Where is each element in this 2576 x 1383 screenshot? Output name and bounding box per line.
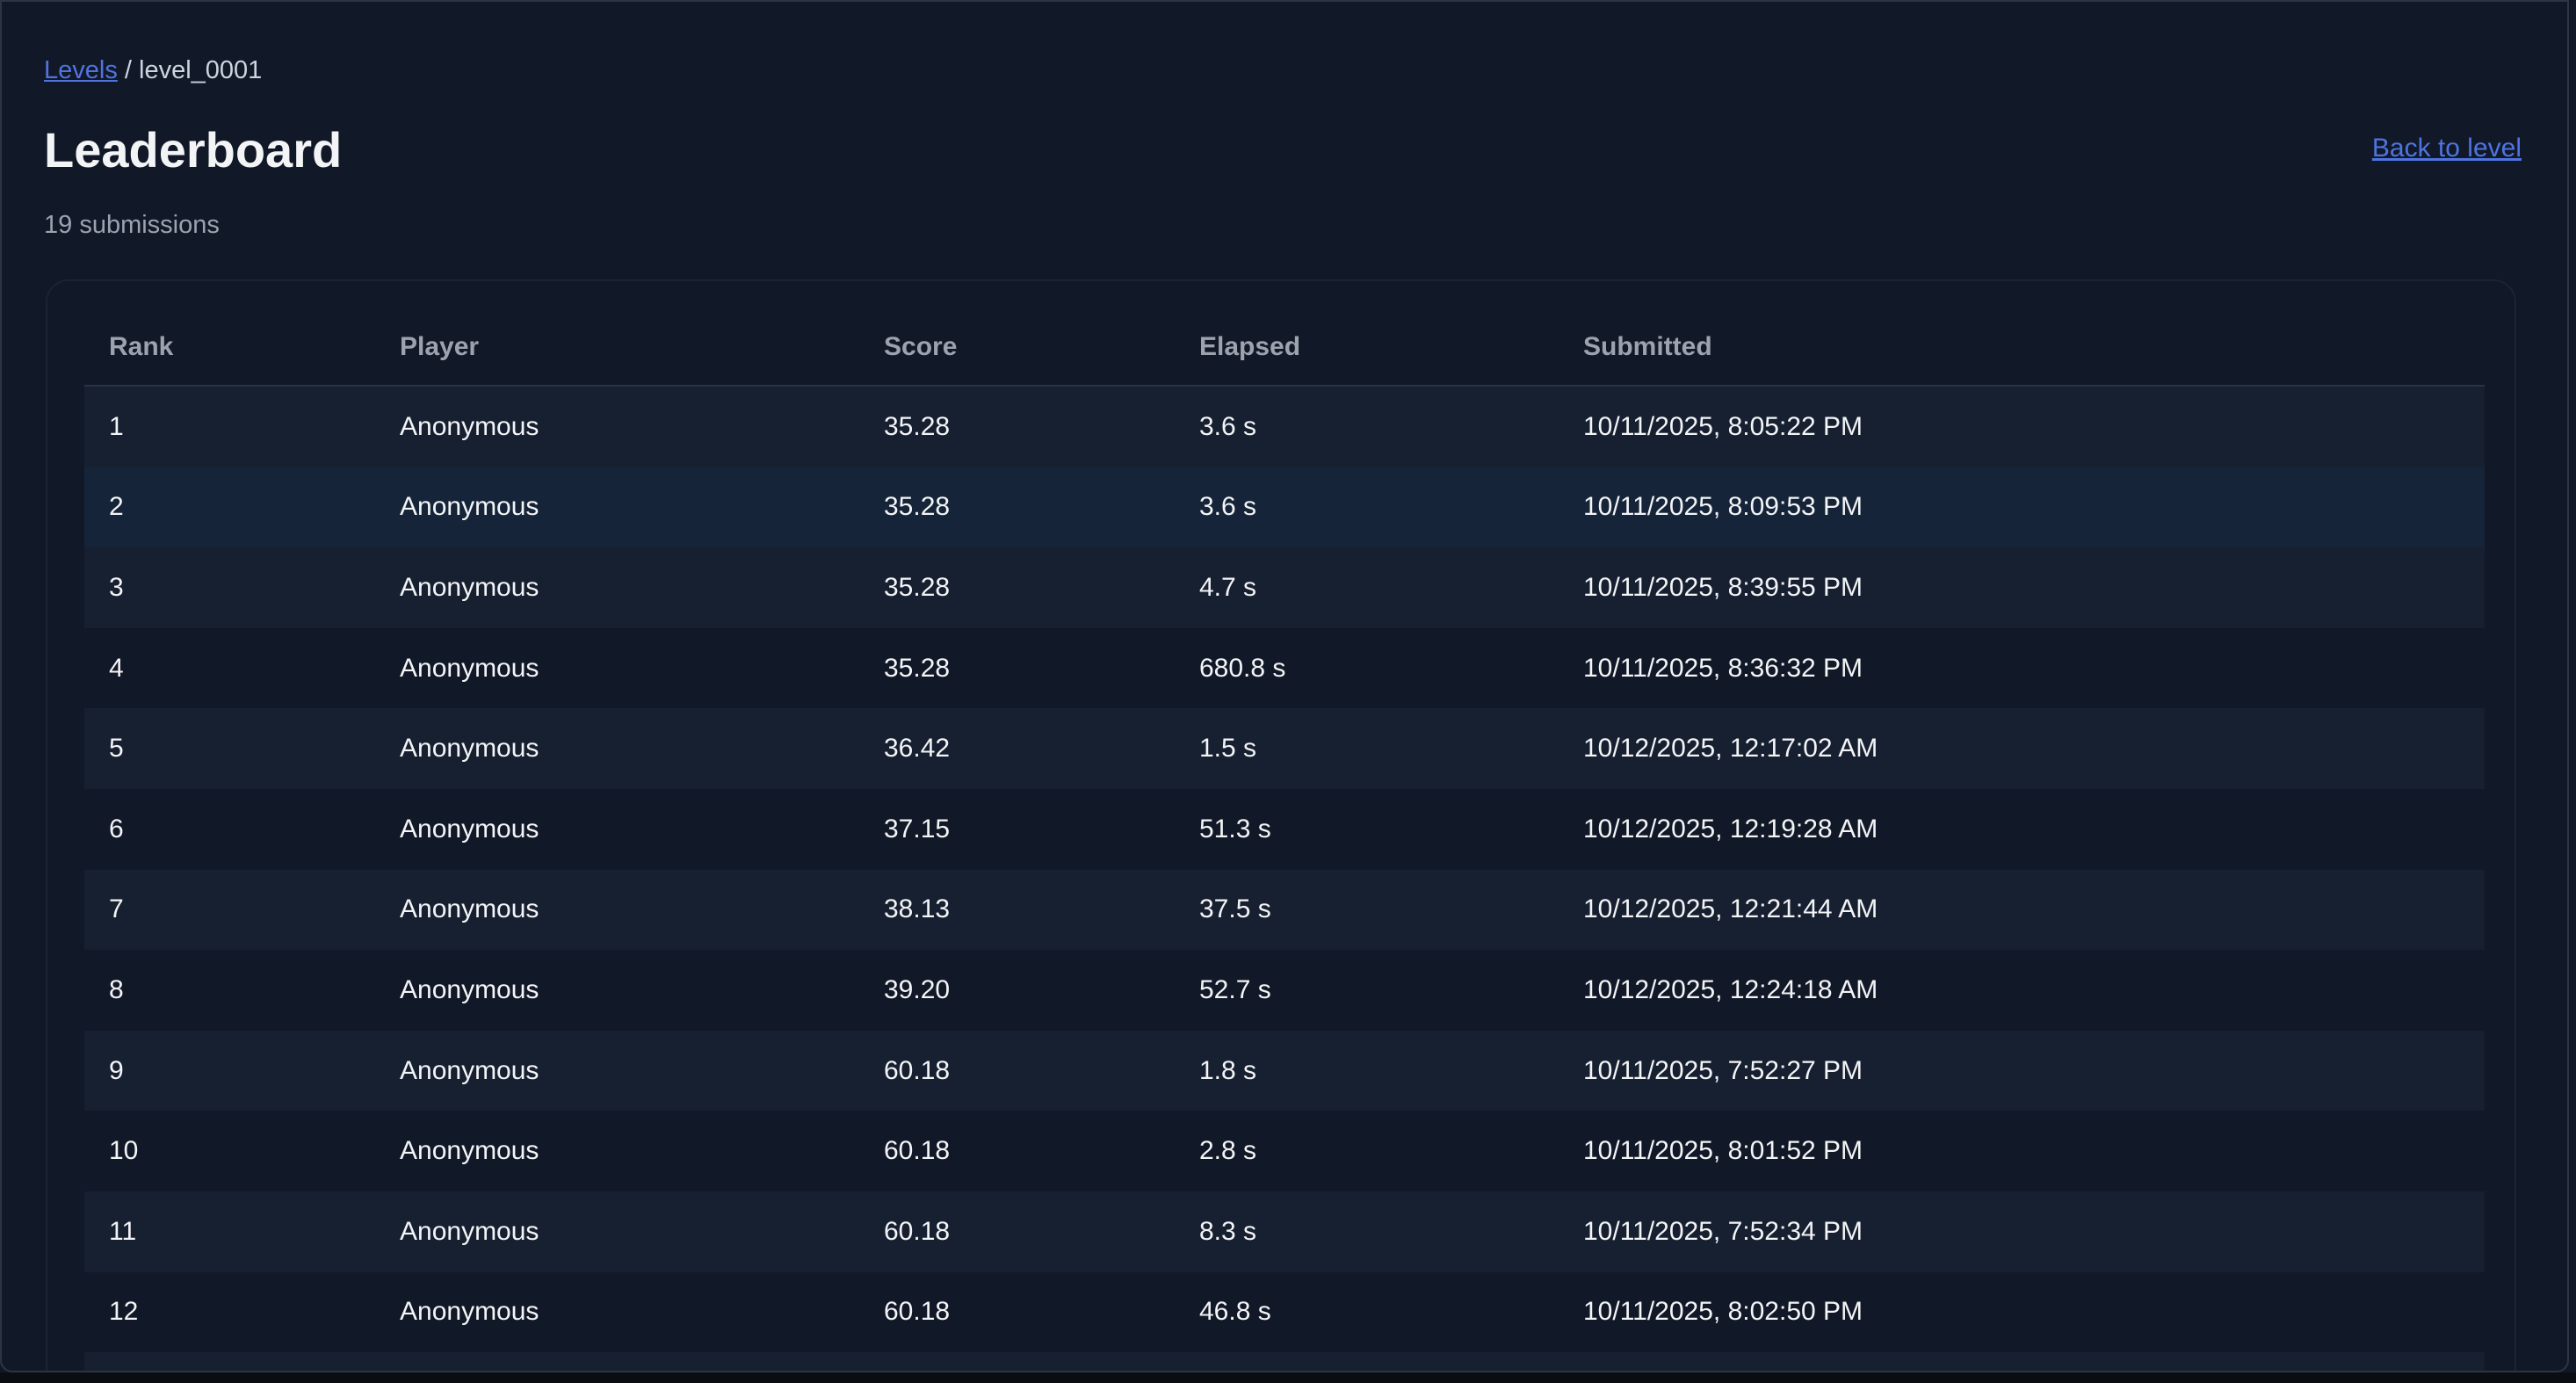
cell-submitted: 10/11/2025, 7:52:34 PM xyxy=(1583,1216,1863,1246)
table-row[interactable]: 3 Anonymous 35.28 4.7 s 10/11/2025, 8:39… xyxy=(84,547,2485,628)
cell-score: 35.28 xyxy=(884,411,951,441)
cell-player: Anonymous xyxy=(400,974,539,1004)
cell-score: 60.18 xyxy=(884,1055,951,1085)
cell-submitted: 10/11/2025, 8:36:32 PM xyxy=(1583,653,1863,683)
cell-player: Anonymous xyxy=(400,814,539,844)
cell-elapsed: 51.3 s xyxy=(1199,814,1271,844)
cell-submitted: 10/11/2025, 8:01:52 PM xyxy=(1583,1136,1863,1166)
table-row-partial[interactable] xyxy=(84,1352,2485,1371)
cell-submitted: 10/12/2025, 12:17:02 AM xyxy=(1583,734,1878,764)
cell-rank: 10 xyxy=(109,1136,139,1166)
breadcrumb: Levels / level_0001 xyxy=(44,53,2522,88)
column-header-submitted: Submitted xyxy=(1559,309,2485,387)
cell-score: 36.42 xyxy=(884,734,951,764)
cell-score: 39.20 xyxy=(884,974,951,1004)
cell-rank: 11 xyxy=(109,1216,137,1246)
table-row[interactable]: 12 Anonymous 60.18 46.8 s 10/11/2025, 8:… xyxy=(84,1271,2485,1353)
cell-rank: 9 xyxy=(109,1055,124,1085)
cell-player: Anonymous xyxy=(400,1216,539,1246)
cell-player: Anonymous xyxy=(400,734,539,764)
cell-rank: 8 xyxy=(109,974,124,1004)
cell-rank: 5 xyxy=(109,734,124,764)
cell-score: 35.28 xyxy=(884,492,951,522)
breadcrumb-levels-link[interactable]: Levels xyxy=(44,56,118,84)
browser-viewport: Levels / level_0001 Leaderboard Back to … xyxy=(0,0,2569,1372)
table-row[interactable]: 1 Anonymous 35.28 3.6 s 10/11/2025, 8:05… xyxy=(84,386,2485,467)
cell-submitted: 10/11/2025, 8:39:55 PM xyxy=(1583,572,1863,602)
cell-score: 60.18 xyxy=(884,1136,951,1166)
table-row[interactable]: 9 Anonymous 60.18 1.8 s 10/11/2025, 7:52… xyxy=(84,1030,2485,1111)
cell-elapsed: 4.7 s xyxy=(1199,572,1257,602)
column-header-player: Player xyxy=(375,309,859,387)
cell-score: 37.15 xyxy=(884,814,951,844)
submission-count: 19 submissions xyxy=(44,211,220,239)
cell-rank: 2 xyxy=(109,492,124,522)
cell-rank: 4 xyxy=(109,653,124,683)
cell-elapsed: 1.5 s xyxy=(1199,734,1257,764)
leaderboard-panel: Rank Player Score Elapsed Submitted 1 An… xyxy=(46,279,2516,1371)
cell-player: Anonymous xyxy=(400,653,539,683)
cell-score: 38.13 xyxy=(884,894,951,924)
cell-rank: 12 xyxy=(109,1297,139,1327)
back-to-level-link[interactable]: Back to level xyxy=(2372,134,2522,163)
leaderboard-rows: 1 Anonymous 35.28 3.6 s 10/11/2025, 8:05… xyxy=(84,386,2485,1371)
cell-player: Anonymous xyxy=(400,572,539,602)
cell-player: Anonymous xyxy=(400,411,539,441)
cell-score: 35.28 xyxy=(884,653,951,683)
leaderboard-table: Rank Player Score Elapsed Submitted 1 An… xyxy=(84,309,2485,1371)
cell-player: Anonymous xyxy=(400,894,539,924)
cell-elapsed: 680.8 s xyxy=(1199,653,1286,683)
cell-submitted: 10/11/2025, 7:52:27 PM xyxy=(1583,1055,1863,1085)
cell-submitted: 10/11/2025, 8:05:22 PM xyxy=(1583,411,1863,441)
cell-submitted: 10/12/2025, 12:19:28 AM xyxy=(1583,814,1878,844)
table-row[interactable]: 6 Anonymous 37.15 51.3 s 10/12/2025, 12:… xyxy=(84,788,2485,870)
cell-submitted: 10/12/2025, 12:21:44 AM xyxy=(1583,894,1878,924)
breadcrumb-current: level_0001 xyxy=(139,56,263,84)
table-row[interactable]: 8 Anonymous 39.20 52.7 s 10/12/2025, 12:… xyxy=(84,950,2485,1031)
cell-player: Anonymous xyxy=(400,492,539,522)
cell-rank: 6 xyxy=(109,814,124,844)
cell-elapsed: 3.6 s xyxy=(1199,411,1257,441)
cell-score: 60.18 xyxy=(884,1216,951,1246)
column-header-rank: Rank xyxy=(84,309,375,387)
column-header-score: Score xyxy=(859,309,1175,387)
table-row[interactable]: 2 Anonymous 35.28 3.6 s 10/11/2025, 8:09… xyxy=(84,467,2485,548)
column-header-elapsed: Elapsed xyxy=(1175,309,1559,387)
cell-player: Anonymous xyxy=(400,1297,539,1327)
table-row[interactable]: 5 Anonymous 36.42 1.5 s 10/12/2025, 12:1… xyxy=(84,708,2485,789)
cell-elapsed: 37.5 s xyxy=(1199,894,1271,924)
cell-score: 60.18 xyxy=(884,1297,951,1327)
table-row[interactable]: 11 Anonymous 60.18 8.3 s 10/11/2025, 7:5… xyxy=(84,1191,2485,1272)
cell-elapsed: 3.6 s xyxy=(1199,492,1257,522)
breadcrumb-separator: / xyxy=(124,56,132,84)
cell-rank: 3 xyxy=(109,572,124,602)
cell-elapsed: 46.8 s xyxy=(1199,1297,1271,1327)
cell-player: Anonymous xyxy=(400,1136,539,1166)
page-content: Levels / level_0001 Leaderboard Back to … xyxy=(44,53,2522,1371)
cell-rank: 7 xyxy=(109,894,124,924)
cell-elapsed: 2.8 s xyxy=(1199,1136,1257,1166)
cell-elapsed: 52.7 s xyxy=(1199,974,1271,1004)
window-bottom-edge xyxy=(0,1372,2576,1383)
table-row[interactable]: 10 Anonymous 60.18 2.8 s 10/11/2025, 8:0… xyxy=(84,1111,2485,1191)
cell-submitted: 10/12/2025, 12:24:18 AM xyxy=(1583,974,1878,1004)
cell-player: Anonymous xyxy=(400,1055,539,1085)
page-title: Leaderboard xyxy=(44,122,343,177)
header-row: Leaderboard Back to level xyxy=(44,119,2522,181)
cell-elapsed: 1.8 s xyxy=(1199,1055,1257,1085)
cell-score: 35.28 xyxy=(884,572,951,602)
cell-rank: 1 xyxy=(109,411,124,441)
table-row[interactable]: 7 Anonymous 38.13 37.5 s 10/12/2025, 12:… xyxy=(84,869,2485,951)
table-row[interactable]: 4 Anonymous 35.28 680.8 s 10/11/2025, 8:… xyxy=(84,627,2485,709)
cell-submitted: 10/11/2025, 8:02:50 PM xyxy=(1583,1297,1863,1327)
table-header-row: Rank Player Score Elapsed Submitted xyxy=(84,309,2485,387)
cell-elapsed: 8.3 s xyxy=(1199,1216,1257,1246)
cell-submitted: 10/11/2025, 8:09:53 PM xyxy=(1583,492,1863,522)
